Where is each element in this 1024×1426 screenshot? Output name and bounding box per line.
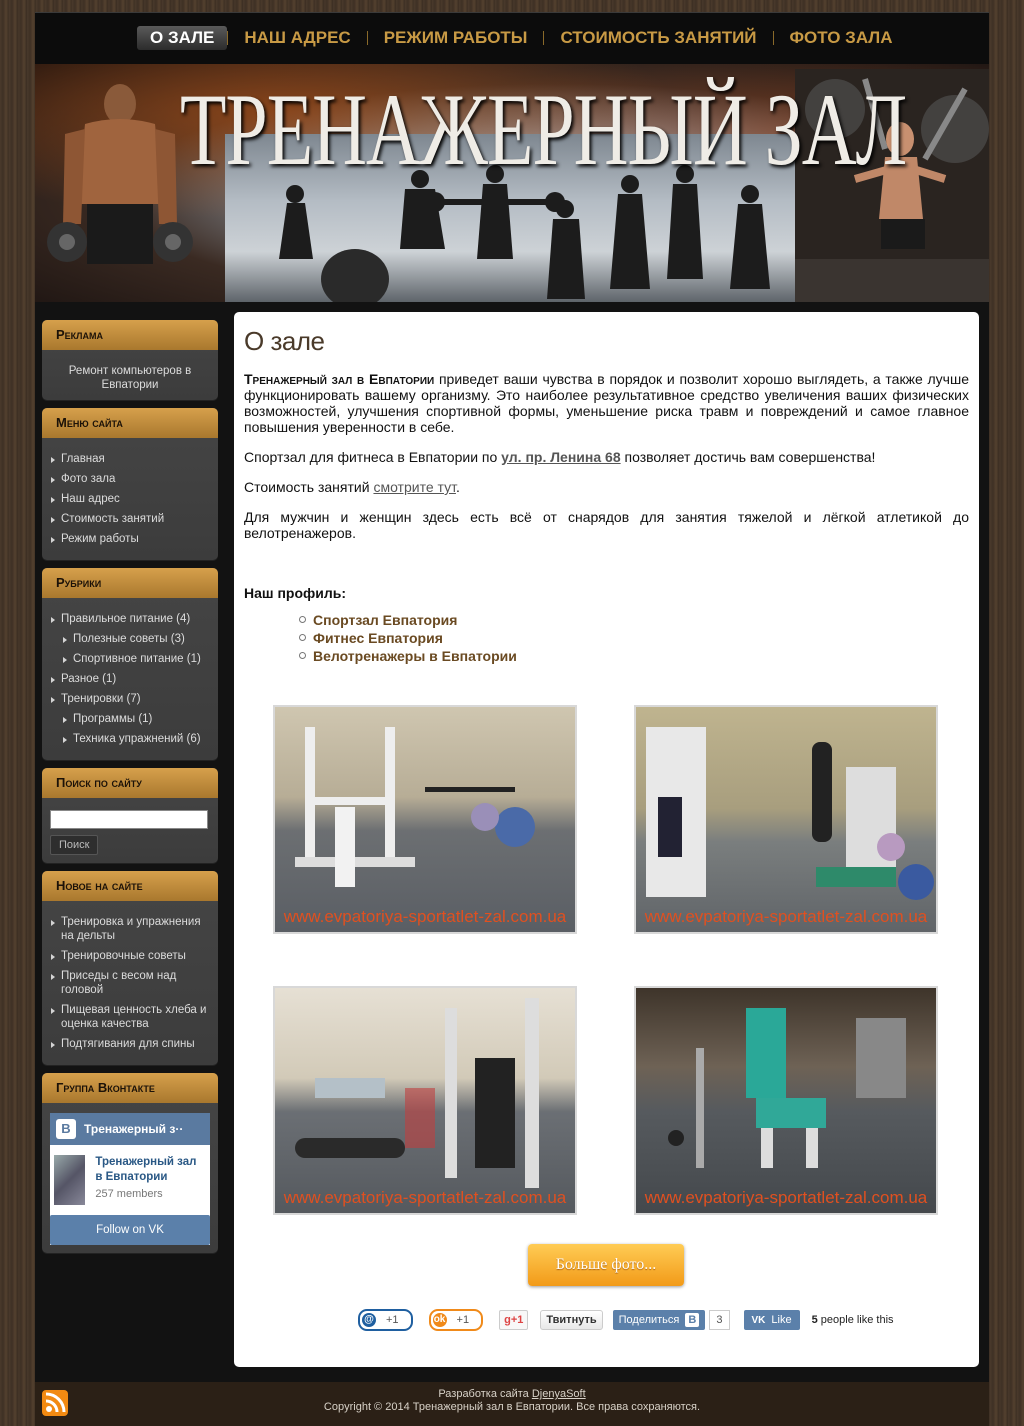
site-menu-title: Меню сайта [42,408,218,438]
odnoklassniki-icon: ok [432,1313,447,1327]
vk-members-count: 257 members [95,1188,163,1200]
gym-photo-3[interactable]: www.evpatoriya-sportatlet-zal.com.ua [273,986,577,1215]
photo-equipment-graphic [646,727,934,900]
address-link[interactable]: ул. пр. Ленина 68 [501,449,620,465]
developer-link[interactable]: DjenyaSoft [532,1388,586,1400]
search-title: Поиск по сайту [42,768,218,798]
nav-item-photos[interactable]: ФОТО ЗАЛА [774,26,909,50]
photo-watermark: www.evpatoriya-sportatlet-zal.com.ua [283,1188,567,1207]
new-posts-block: Новое на сайте Тренировка и упражнения н… [42,871,218,1065]
rss-icon[interactable] [42,1390,68,1416]
new-posts-title: Новое на сайте [42,871,218,901]
profile-item[interactable]: Велотренажеры в Евпатории [299,647,969,665]
footer-developer: Разработка сайта DjenyaSoft [438,1388,586,1400]
menu-item-address[interactable]: Наш адрес [50,492,210,506]
vk-like-button[interactable]: VK Like [743,1310,800,1330]
photo-watermark: www.evpatoriya-sportatlet-zal.com.ua [644,907,928,926]
main-content: О зале Тренажерный зал в Евпатории приве… [234,312,979,1367]
footer-copyright: Copyright © 2014 Тренажерный зал в Евпат… [323,1401,701,1413]
page-title: О зале [244,326,325,356]
profile-list: Спортзал Евпатория Фитнес Евпатория Вело… [299,611,969,665]
vk-widget: В Тренажерный з·· Тренажерный зал в Евпа… [50,1113,210,1245]
footer: Разработка сайта DjenyaSoft Copyright © … [35,1382,989,1426]
profile-item[interactable]: Фитнес Евпатория [299,629,969,647]
intro-strong: Тренажерный зал в Евпатории [244,371,435,387]
rubrics-title: Рубрики [42,568,218,598]
nav-item-schedule[interactable]: РЕЖИМ РАБОТЫ [368,26,544,50]
banner-bodybuilder-image [47,84,193,264]
rubric-item[interactable]: Спортивное питание (1) [62,652,210,666]
search-block: Поиск по сайту Поиск [42,768,218,863]
vk-icon: В [685,1313,700,1327]
site-menu-block: Меню сайта Главная Фото зала Наш адрес С… [42,408,218,560]
photo-equipment-graphic [668,1008,906,1168]
top-navigation: О ЗАЛЕ НАШ АДРЕС РЕЖИМ РАБОТЫ СТОИМОСТЬ … [35,12,989,65]
intro-paragraph: Тренажерный зал в Евпатории приведет ваш… [244,371,969,435]
search-button[interactable]: Поиск [50,835,99,855]
equipment-paragraph: Для мужчин и женщин здесь есть всё от сн… [244,509,969,541]
banner-title: ТРЕНАЖЕРНЫЙ ЗАЛ [180,73,907,187]
new-post-item[interactable]: Пищевая ценность хлеба и оценка качества [50,1003,210,1031]
photo-watermark: www.evpatoriya-sportatlet-zal.com.ua [283,907,567,926]
ads-block-title: Реклама [42,320,218,350]
like-count-text: 5 people like this [811,1314,894,1326]
photo-equipment-graphic [295,727,535,887]
new-post-item[interactable]: Тренировочные советы [50,949,210,963]
menu-item-schedule[interactable]: Режим работы [50,532,210,546]
new-post-item[interactable]: Тренировка и упражнения на дельты [50,915,210,943]
photo-equipment-graphic [295,998,539,1188]
profile-item[interactable]: Спортзал Евпатория [299,611,969,629]
nav-item-prices[interactable]: СТОИМОСТЬ ЗАНЯТИЙ [544,26,772,50]
nav-item-about[interactable]: О ЗАЛЕ [137,26,228,50]
odnoklassniki-share-button[interactable]: ok +1 [428,1309,484,1331]
rubric-item[interactable]: Разное (1) [50,672,210,686]
rubrics-block: Рубрики Правильное питание (4) Полезные … [42,568,218,760]
vk-share-count: 3 [709,1310,730,1330]
profile-heading: Наш профиль: [244,585,347,601]
gplus-share-button[interactable]: g+1 [499,1310,529,1330]
mail-share-button[interactable]: @ +1 [358,1309,413,1331]
gym-photo-1[interactable]: www.evpatoriya-sportatlet-zal.com.ua [273,705,577,934]
menu-item-photos[interactable]: Фото зала [50,472,210,486]
gym-photo-2[interactable]: www.evpatoriya-sportatlet-zal.com.ua [634,705,938,934]
menu-item-prices[interactable]: Стоимость занятий [50,512,210,526]
address-paragraph: Спортзал для фитнеса в Евпатории по ул. … [244,449,876,465]
vk-share-button[interactable]: Поделиться В [612,1310,706,1330]
vk-group-avatar[interactable] [54,1155,86,1205]
vk-logo-icon: В [56,1119,76,1139]
vk-like-icon: VK [751,1315,766,1326]
vk-group-title: Группа Вконтакте [42,1073,218,1103]
rubric-item[interactable]: Техника упражнений (6) [62,732,210,746]
header-banner: ТРЕНАЖЕРНЫЙ ЗАЛ [35,64,989,302]
page-wrapper: О ЗАЛЕ НАШ АДРЕС РЕЖИМ РАБОТЫ СТОИМОСТЬ … [35,12,989,1426]
mail-at-icon: @ [362,1313,376,1327]
photo-watermark: www.evpatoriya-sportatlet-zal.com.ua [644,1188,928,1207]
more-photos-button[interactable]: Больше фото... [528,1244,684,1286]
vk-group-name[interactable]: Тренажерный зал в Евпатории [95,1155,206,1185]
search-input[interactable] [50,810,208,829]
prices-link[interactable]: смотрите тут [373,479,455,495]
rubric-item[interactable]: Правильное питание (4) [50,612,210,626]
gym-photo-4[interactable]: www.evpatoriya-sportatlet-zal.com.ua [634,986,938,1215]
nav-item-address[interactable]: НАШ АДРЕС [228,26,366,50]
ads-block: Реклама Ремонт компьютеров в Евпатории [42,320,218,400]
new-post-item[interactable]: Приседы с весом над головой [50,969,210,997]
rubric-item[interactable]: Программы (1) [62,712,210,726]
rubric-item[interactable]: Полезные советы (3) [62,632,210,646]
menu-item-home[interactable]: Главная [50,452,210,466]
sidebar: Реклама Ремонт компьютеров в Евпатории М… [42,320,218,1261]
rubric-item[interactable]: Тренировки (7) [50,692,210,706]
twitter-share-button[interactable]: Твитнуть [540,1310,603,1330]
vk-group-block: Группа Вконтакте В Тренажерный з·· Трена… [42,1073,218,1253]
vk-follow-button[interactable]: Follow on VK [50,1215,210,1245]
prices-paragraph: Стоимость занятий смотрите тут. [244,479,460,495]
ad-link[interactable]: Ремонт компьютеров в Евпатории [50,358,210,392]
new-post-item[interactable]: Подтягивания для спины [50,1037,210,1051]
vk-widget-header[interactable]: Тренажерный з·· [84,1122,183,1136]
social-share-bar: @ +1 ok +1 g+1 Твитнуть Поделиться В 3 V… [358,1309,894,1331]
